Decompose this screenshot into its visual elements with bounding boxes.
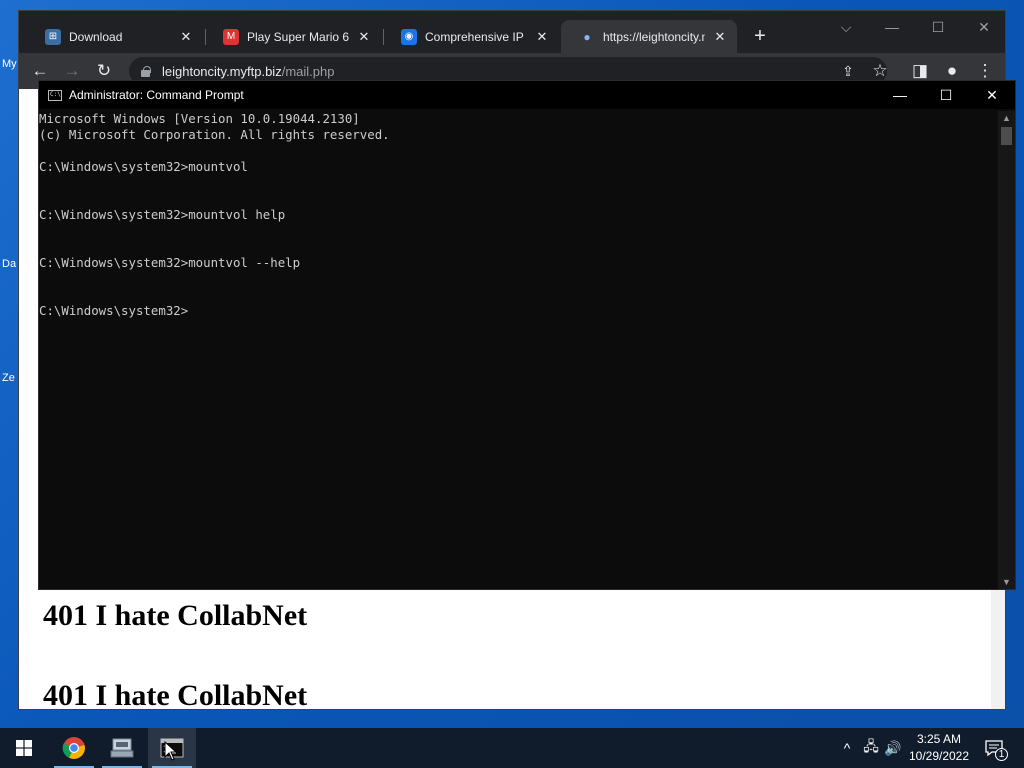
cmd-icon xyxy=(48,89,62,101)
side-panel-icon[interactable]: ◨ xyxy=(909,60,931,82)
address-host: leightoncity.myftp.biz xyxy=(162,63,282,79)
forward-button[interactable]: → xyxy=(61,60,83,82)
mouse-pointer-icon xyxy=(164,741,178,761)
share-icon[interactable]: ⇪ xyxy=(837,60,859,82)
taskbar-clock[interactable]: 3:25 AM 10/29/2022 xyxy=(902,731,976,765)
page-heading: 401 I hate CollabNet xyxy=(43,599,308,632)
ip-lookup-icon: ◉ xyxy=(401,28,417,45)
tab-super-mario[interactable]: M Play Super Mario 64 O ✕ xyxy=(205,20,381,53)
console-line: (c) Microsoft Corporation. All rights re… xyxy=(39,127,390,142)
mario-icon: M xyxy=(223,28,239,45)
clock-date: 10/29/2022 xyxy=(908,749,970,763)
tab-ip-lookup[interactable]: ◉ Comprehensive IP add ✕ xyxy=(383,20,559,53)
console-output[interactable]: Microsoft Windows [Version 10.0.19044.21… xyxy=(39,111,999,589)
notification-count-badge: 1 xyxy=(995,748,1008,761)
cmd-title-bar[interactable]: Administrator: Command Prompt — ☐ ✕ xyxy=(39,81,1015,109)
console-line: C:\Windows\system32>mountvol --help xyxy=(39,255,301,270)
page-heading: 401 I hate CollabNet xyxy=(43,679,308,712)
chrome-menu-button[interactable]: ⋮ xyxy=(974,60,996,82)
back-button[interactable]: ← xyxy=(29,60,51,82)
windows-start-icon[interactable] xyxy=(0,728,48,768)
notifications-button[interactable]: 1 xyxy=(980,728,1008,768)
tab-title: Play Super Mario 64 O xyxy=(247,29,349,44)
cmd-close-button[interactable]: ✕ xyxy=(969,81,1015,109)
close-icon[interactable]: ✕ xyxy=(535,29,549,45)
console-line: Microsoft Windows [Version 10.0.19044.21… xyxy=(39,111,360,126)
tab-search-button[interactable]: ⌵ xyxy=(823,15,869,39)
network-tray-icon[interactable]: 🖧 xyxy=(860,728,882,768)
tab-strip: ⊞ Download ✕ M Play Super Mario 64 O ✕ ◉… xyxy=(19,11,1005,53)
scroll-down-icon[interactable]: ▼ xyxy=(998,575,1015,589)
desktop-icon-ze[interactable]: Ze xyxy=(2,372,15,384)
close-icon[interactable]: ✕ xyxy=(713,29,727,45)
cmd-scrollbar[interactable]: ▲ ▼ xyxy=(998,111,1015,589)
clock-time: 3:25 AM xyxy=(916,732,962,746)
console-line: C:\Windows\system32> xyxy=(39,303,189,318)
cmd-maximize-button[interactable]: ☐ xyxy=(923,81,969,109)
tab-title: https://leightoncity.m xyxy=(603,29,705,44)
profile-avatar[interactable]: ● xyxy=(941,60,963,82)
tab-download[interactable]: ⊞ Download ✕ xyxy=(27,20,203,53)
show-hidden-icons-chevron-icon[interactable]: ^ xyxy=(836,728,858,768)
tab-title: Download xyxy=(69,29,123,44)
desktop-icon-my[interactable]: My xyxy=(2,58,17,70)
bookmark-star-icon[interactable]: ☆ xyxy=(869,60,891,82)
close-icon[interactable]: ✕ xyxy=(179,29,193,45)
globe-icon: ● xyxy=(583,29,591,44)
lock-icon xyxy=(141,65,151,77)
tab-title: Comprehensive IP add xyxy=(425,29,527,44)
desktop-icon-label: Da xyxy=(2,258,17,270)
address-path: /mail.php xyxy=(281,63,335,79)
close-window-button[interactable]: ✕ xyxy=(961,15,1007,39)
volume-icon[interactable]: 🔊 xyxy=(882,728,904,768)
scroll-up-icon[interactable]: ▲ xyxy=(998,111,1015,125)
desktop-icon-da[interactable]: Da xyxy=(2,258,16,270)
maximize-button[interactable]: ☐ xyxy=(915,15,961,39)
desktop-icon-label: Ze xyxy=(2,372,15,384)
cmd-minimize-button[interactable]: — xyxy=(877,81,923,109)
scroll-thumb[interactable] xyxy=(1001,127,1012,145)
cmd-window-title: Administrator: Command Prompt xyxy=(69,88,244,102)
taskbar: ^ 🖧 🔊 3:25 AM 10/29/2022 1 xyxy=(0,728,1024,768)
console-line: C:\Windows\system32>mountvol help xyxy=(39,207,286,222)
desktop-icon-label: My xyxy=(2,58,17,70)
tab-leightoncity[interactable]: ● https://leightoncity.m ✕ xyxy=(561,20,737,53)
command-prompt-window[interactable]: Administrator: Command Prompt — ☐ ✕ Micr… xyxy=(38,80,1016,590)
chrome-icon[interactable] xyxy=(50,728,98,768)
close-icon[interactable]: ✕ xyxy=(357,29,371,45)
console-line: C:\Windows\system32>mountvol xyxy=(39,159,248,174)
new-tab-button[interactable]: + xyxy=(749,25,771,47)
network-icon: ⊞ xyxy=(45,28,61,45)
reload-button[interactable]: ↻ xyxy=(93,60,115,82)
minimize-button[interactable]: — xyxy=(869,15,915,39)
network-app-icon[interactable] xyxy=(98,728,146,768)
